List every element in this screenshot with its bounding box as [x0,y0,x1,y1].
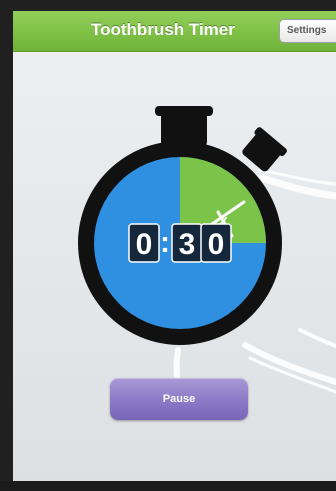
timer-readout: 0 : 3 0 [128,223,232,263]
device-bottom-edge [0,481,336,491]
ones-digit: 0 [208,228,225,261]
pause-button[interactable]: Pause [110,378,248,420]
tens-digit: 3 [179,228,196,261]
stopwatch-crown [155,106,213,146]
minutes-digit: 0 [136,228,153,261]
colon-separator: : [160,226,170,259]
device-frame: Toothbrush Timer Settings 0: 3 0 Pause [0,0,336,491]
